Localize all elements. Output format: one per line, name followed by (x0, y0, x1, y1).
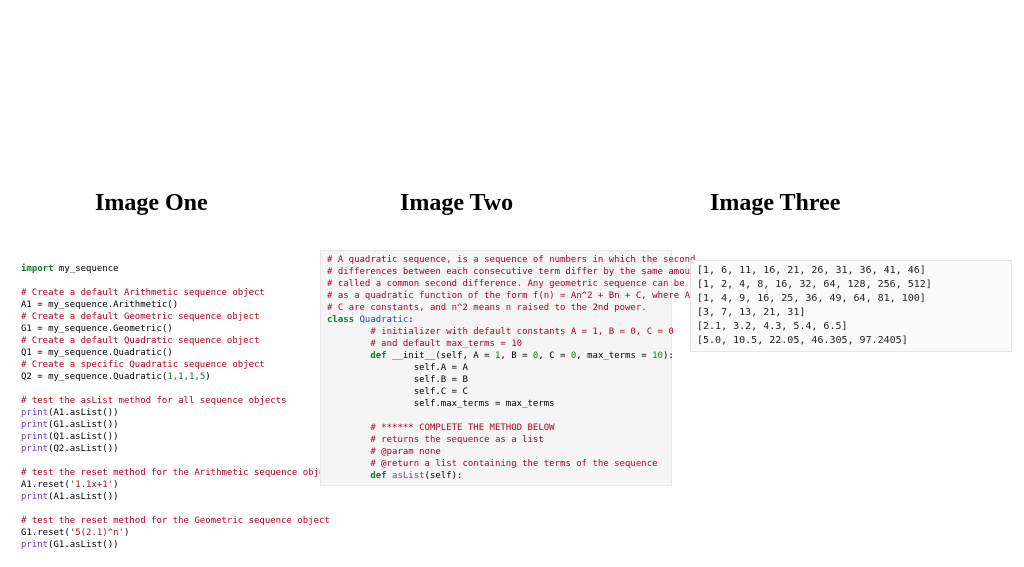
class-name: Quadratic (354, 315, 408, 325)
document-canvas: Image One Image Two Image Three import m… (0, 0, 1024, 567)
comment: # and default max_terms = 10 (327, 339, 522, 349)
code-line: __init__(self, A = (387, 351, 495, 361)
code-line: (Q2.asList()) (48, 444, 118, 454)
code-image-one: import my_sequence # Create a default Ar… (15, 260, 315, 554)
numeric-literal: 10 (652, 351, 663, 361)
comment: # returns the sequence as a list (327, 435, 544, 445)
comment: # @return a list containing the terms of… (327, 459, 658, 469)
output-line: [1, 2, 4, 8, 16, 32, 64, 128, 256, 512] (697, 279, 932, 290)
code-line: Q1 = my_sequence.Quadratic() (21, 348, 173, 358)
comment: # @param none (327, 447, 441, 457)
comment: # test the reset method for the Arithmet… (21, 468, 335, 478)
builtin-print: print (21, 408, 48, 418)
numeric-literal: 1,1,1,5 (167, 372, 205, 382)
code-line: ) (205, 372, 210, 382)
output-image-three: [1, 6, 11, 16, 21, 26, 31, 36, 41, 46] [… (691, 261, 1011, 351)
comment: # called a common second difference. Any… (327, 279, 728, 289)
code-line: ): (663, 351, 674, 361)
kw-def: def (327, 471, 387, 481)
comment: # Create a specific Quadratic sequence o… (21, 360, 265, 370)
comment: # A quadratic sequence, is a sequence of… (327, 255, 695, 265)
code-line: G1.reset( (21, 528, 70, 538)
code-line: , max_terms = (576, 351, 652, 361)
code-line: self.max_terms = max_terms (327, 399, 555, 409)
code-line: G1 = my_sequence.Geometric() (21, 324, 173, 334)
panel-image-one: import my_sequence # Create a default Ar… (15, 260, 315, 554)
code-line: , C = (538, 351, 571, 361)
panel-image-two: # A quadratic sequence, is a sequence of… (320, 250, 672, 486)
code-line: (G1.asList()) (48, 420, 118, 430)
heading-image-three: Image Three (710, 190, 840, 217)
string-literal: '1.1x+1' (70, 480, 113, 490)
panel-image-three: [1, 6, 11, 16, 21, 26, 31, 36, 41, 46] [… (690, 260, 1012, 352)
comment: # Create a default Geometric sequence ob… (21, 312, 259, 322)
kw-import: import (21, 264, 54, 274)
code-line: A1.reset( (21, 480, 70, 490)
code-line: Q2 = my_sequence.Quadratic( (21, 372, 167, 382)
code-line: self.C = C (327, 387, 468, 397)
builtin-print: print (21, 420, 48, 430)
comment: # Create a default Quadratic sequence ob… (21, 336, 259, 346)
code-line: A1 = my_sequence.Arithmetic() (21, 300, 178, 310)
heading-image-one: Image One (95, 190, 208, 217)
kw-class: class (327, 315, 354, 325)
comment: # Create a default Arithmetic sequence o… (21, 288, 265, 298)
code-line: (Q1.asList()) (48, 432, 118, 442)
code-line: ) (113, 480, 118, 490)
code-line: ) (124, 528, 129, 538)
code-line: (A1.asList()) (48, 492, 118, 502)
comment: # test the asList method for all sequenc… (21, 396, 287, 406)
comment: # C are constants, and n^2 means n raise… (327, 303, 647, 313)
builtin-print: print (21, 432, 48, 442)
code-line: self.A = A (327, 363, 468, 373)
output-line: [3, 7, 13, 21, 31] (697, 307, 805, 318)
code-line: (A1.asList()) (48, 408, 118, 418)
code-line: : (408, 315, 413, 325)
output-line: [5.0, 10.5, 22.05, 46.305, 97.2405] (697, 335, 908, 346)
comment: # ****** COMPLETE THE METHOD BELOW (327, 423, 555, 433)
builtin-print: print (21, 492, 48, 502)
module-name: my_sequence (54, 264, 119, 274)
comment: # test the reset method for the Geometri… (21, 516, 330, 526)
code-line: , B = (500, 351, 533, 361)
builtin-print: print (21, 540, 48, 550)
code-line: self.B = B (327, 375, 468, 385)
method-aslist: asList (387, 471, 425, 481)
output-line: [1, 4, 9, 16, 25, 36, 49, 64, 81, 100] (697, 293, 926, 304)
builtin-print: print (21, 444, 48, 454)
comment: # as a quadratic function of the form f(… (327, 291, 733, 301)
code-line: (G1.asList()) (48, 540, 118, 550)
comment: # initializer with default constants A =… (327, 327, 674, 337)
output-line: [1, 6, 11, 16, 21, 26, 31, 36, 41, 46] (697, 265, 926, 276)
comment: # differences between each consecutive t… (327, 267, 706, 277)
output-line: [2.1, 3.2, 4.3, 5.4, 6.5] (697, 321, 848, 332)
heading-image-two: Image Two (400, 190, 513, 217)
string-literal: '5(2.1)^n' (70, 528, 124, 538)
code-line: (self): (425, 471, 463, 481)
kw-def: def (327, 351, 387, 361)
code-image-two: # A quadratic sequence, is a sequence of… (321, 251, 671, 485)
